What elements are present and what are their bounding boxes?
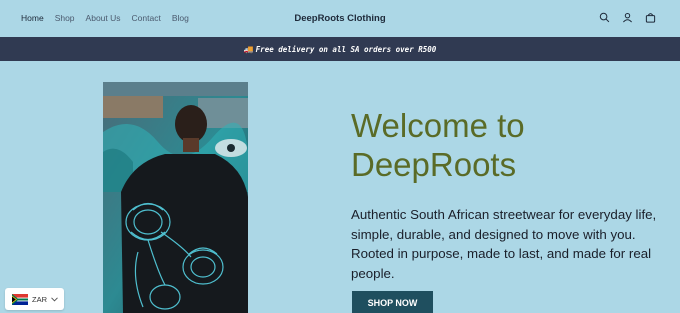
- nav-home[interactable]: Home: [21, 13, 44, 23]
- hero-title-line-2: DeepRoots: [351, 146, 517, 183]
- site-header: Home Shop About Us Contact Blog DeepRoot…: [0, 0, 680, 37]
- south-africa-flag-icon: [12, 293, 28, 305]
- cart-icon[interactable]: [645, 12, 656, 23]
- header-icons: [599, 12, 656, 23]
- announcement-bar: 🚚 Free delivery on all SA orders over R5…: [0, 37, 680, 61]
- chevron-down-icon: [51, 296, 58, 302]
- delivery-truck-icon: 🚚: [243, 44, 254, 54]
- currency-code: ZAR: [32, 294, 47, 304]
- shop-now-button[interactable]: SHOP NOW: [352, 291, 433, 313]
- hero-description: Authentic South African streetwear for e…: [351, 207, 657, 281]
- nav-blog[interactable]: Blog: [172, 13, 189, 23]
- currency-selector[interactable]: ZAR: [5, 288, 64, 310]
- search-icon[interactable]: [599, 12, 610, 23]
- brand-logo-text[interactable]: DeepRoots Clothing: [294, 13, 385, 24]
- nav-about-us[interactable]: About Us: [86, 13, 121, 23]
- account-icon[interactable]: [622, 12, 633, 23]
- announcement-text: Free delivery on all SA orders over R500: [255, 44, 437, 54]
- hero-photo-illustration: [103, 82, 248, 313]
- hero-title-line-1: Welcome to: [351, 107, 525, 144]
- hero-image: [103, 82, 248, 313]
- hero-title: Welcome to DeepRoots: [351, 106, 651, 184]
- nav-contact[interactable]: Contact: [132, 13, 161, 23]
- nav-shop[interactable]: Shop: [55, 13, 75, 23]
- main-nav: Home Shop About Us Contact Blog: [21, 13, 200, 23]
